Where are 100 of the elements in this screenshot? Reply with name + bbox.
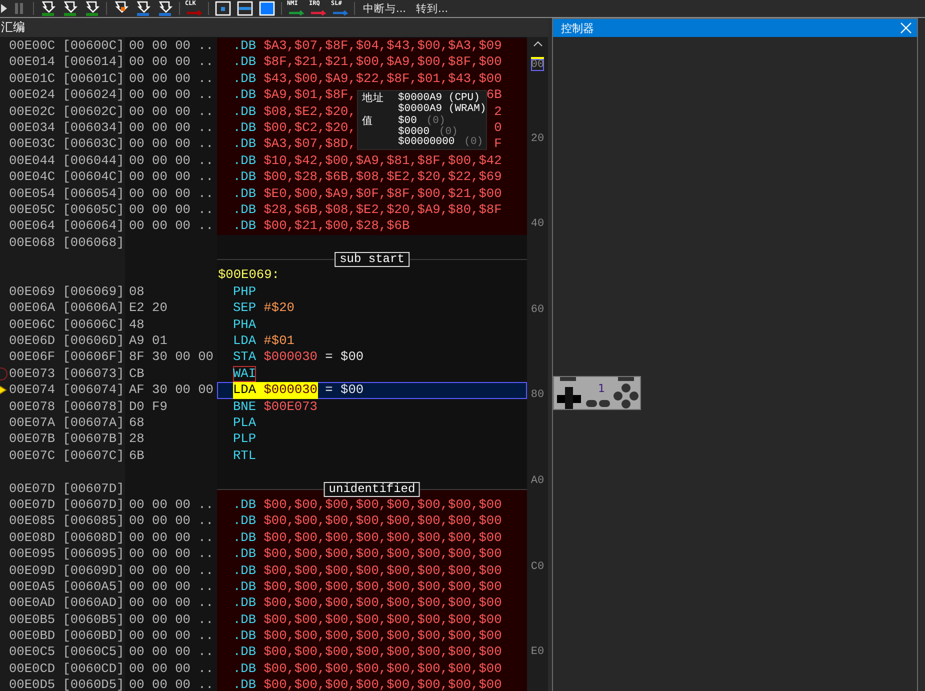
operand-text: $00,$00,$00,$00,$00,$00,$00,$00: [264, 496, 502, 514]
directive-text: .DB: [233, 513, 256, 530]
arrow-box-icon: [62, 1, 78, 16]
operand-text: $000030: [264, 349, 318, 366]
window-icon: [259, 1, 275, 16]
tooltip-label: 地址: [362, 93, 385, 106]
directive-text: .DB: [233, 546, 256, 563]
mnemonic-text: PLA: [233, 414, 256, 432]
byte-text: E2 20: [128, 300, 168, 317]
address-text: 00E06D [00606D]: [9, 333, 124, 348]
directive-text: .DB: [233, 202, 256, 218]
operand-text: $10,$42,$00,$A9,$81,$8F,$00,$42: [264, 152, 502, 170]
section-banner: sub start: [334, 252, 410, 268]
address-text: 00E064 [006064]: [9, 218, 124, 234]
ruler-label: A0: [530, 474, 544, 487]
address-text: 00E0C5 [0060C5]: [9, 644, 124, 660]
arrow-box-icon: [40, 1, 56, 16]
byte-text: 00 00 00 ..: [128, 218, 214, 235]
byte-text: 68: [128, 414, 146, 432]
operand-text: $28,$6B,$08,$E2,$20,$A9,$80,$8F: [264, 202, 502, 218]
operand-text: $00,$28,$6B,$08,$E2,$20,$22,$69: [264, 169, 502, 186]
mnemonic-text: RTL: [233, 448, 256, 464]
directive-text: .DB: [233, 530, 256, 546]
byte-text: 00 00 00 ..: [128, 70, 214, 88]
address-text: 00E06F [00606F]: [9, 349, 124, 364]
toolbar-button[interactable]: 转到...: [411, 0, 454, 17]
operand-text: $00,$00,$00,$00,$00,$00,$00,$00: [264, 644, 502, 661]
directive-text: .DB: [233, 595, 256, 612]
ruler-label: 60: [530, 304, 544, 316]
tooltip-value: $0000A9 (CPU): [398, 93, 480, 104]
byte-text: 00 00 00 ..: [128, 530, 214, 546]
address-text: 00E085 [006085]: [9, 513, 124, 528]
operand-text: $08,$E2,$20,: [264, 104, 356, 120]
label-text: $00E069:: [218, 267, 280, 284]
operand-text: #$20: [264, 300, 294, 317]
directive-text: .DB: [233, 628, 256, 644]
pause-icon: [14, 3, 24, 14]
byte-text: 8F 30 00 00: [128, 349, 214, 366]
byte-text: 00 00 00 ..: [128, 546, 214, 563]
ruler-label: C0: [530, 560, 544, 573]
operand-text: $A3,$07,$8D,: [264, 136, 356, 153]
address-text: 00E06A [00606A]: [9, 300, 124, 316]
byte-text: 00 00 00 ..: [128, 578, 214, 596]
address-text: 00E034 [006034]: [9, 120, 124, 135]
mnemonic-text: LDA: [233, 333, 256, 350]
address-text: 00E069 [006069]: [9, 284, 124, 299]
byte-text: 08: [128, 284, 146, 300]
tooltip-value: $00 (0): [398, 116, 446, 126]
byte-text: 00 00 00 ..: [128, 660, 214, 678]
tooltip-value: $00000000 (0): [398, 137, 484, 148]
controller-widget[interactable]: 1: [553, 376, 641, 410]
byte-text: 48: [128, 316, 146, 334]
mnemonic-text: STA: [233, 349, 256, 366]
byte-text: 00 00 00 ..: [128, 612, 214, 628]
address-text: 00E0BD [0060BD]: [9, 628, 124, 644]
address-text: 00E09D [00609D]: [9, 562, 124, 578]
directive-text: .DB: [233, 87, 256, 104]
address-text: 00E014 [006014]: [9, 54, 124, 70]
byte-text: 00 00 00 ..: [128, 186, 214, 202]
address-text: 00E078 [006078]: [9, 398, 124, 414]
arrow-icon: [186, 10, 202, 16]
directive-text: .DB: [233, 169, 256, 186]
directive-text: .DB: [233, 677, 256, 691]
address-text: 00E0CD [0060CD]: [9, 660, 124, 676]
ruler-label: 20: [530, 132, 544, 145]
directive-text: .DB: [233, 644, 256, 661]
operand-text: 0: [494, 120, 502, 136]
byte-text: 00 00 00 ..: [128, 628, 214, 644]
address-text: 00E044 [006044]: [9, 152, 124, 168]
operand-text: $00,$00,$00,$00,$00,$00,$00,$00: [264, 546, 502, 563]
byte-text: 00 00 00 ..: [128, 120, 214, 136]
address-text: 00E06C [00606C]: [9, 316, 124, 332]
toolbar-button[interactable]: 中断与...: [358, 0, 412, 17]
operand-text: 6B: [486, 87, 502, 104]
directive-text: .DB: [233, 136, 256, 153]
mnemonic-text: BNE: [233, 398, 256, 415]
scroll-up-icon[interactable]: [532, 41, 542, 47]
directive-text: .DB: [233, 54, 256, 71]
mnemonic-text: PHP: [233, 284, 256, 300]
byte-text: 6B: [128, 448, 146, 464]
ruler-label: E0: [530, 646, 544, 658]
address-text: 00E02C [00602C]: [9, 104, 124, 119]
operand-text: $00,$C2,$20,: [264, 120, 356, 136]
byte-text: D0 F9: [128, 398, 168, 415]
byte-text: 00 00 00 ..: [128, 496, 214, 514]
address-text: 00E0B5 [0060B5]: [9, 612, 124, 627]
address-text: 00E03C [00603C]: [9, 136, 124, 152]
operand-text: $00,$00,$00,$00,$00,$00,$00,$00: [264, 660, 502, 678]
close-button[interactable]: [899, 21, 913, 35]
byte-text: A9 01: [128, 333, 168, 350]
byte-text: 00 00 00 ..: [128, 169, 214, 186]
address-text: 00E07D [00607D]: [9, 496, 124, 512]
byte-text: 00 00 00 ..: [128, 202, 214, 218]
arrow-icon: [0, 384, 7, 396]
operand-text: $00,$00,$00,$00,$00,$00,$00,$00: [264, 595, 502, 612]
operand-text: $00,$00,$00,$00,$00,$00,$00,$00: [264, 612, 502, 628]
address-text: 00E05C [00605C]: [9, 202, 124, 217]
arrow-icon: [332, 10, 348, 16]
byte-text: 00 00 00 ..: [128, 513, 214, 530]
address-text: 00E0D5 [0060D5]: [9, 677, 124, 691]
